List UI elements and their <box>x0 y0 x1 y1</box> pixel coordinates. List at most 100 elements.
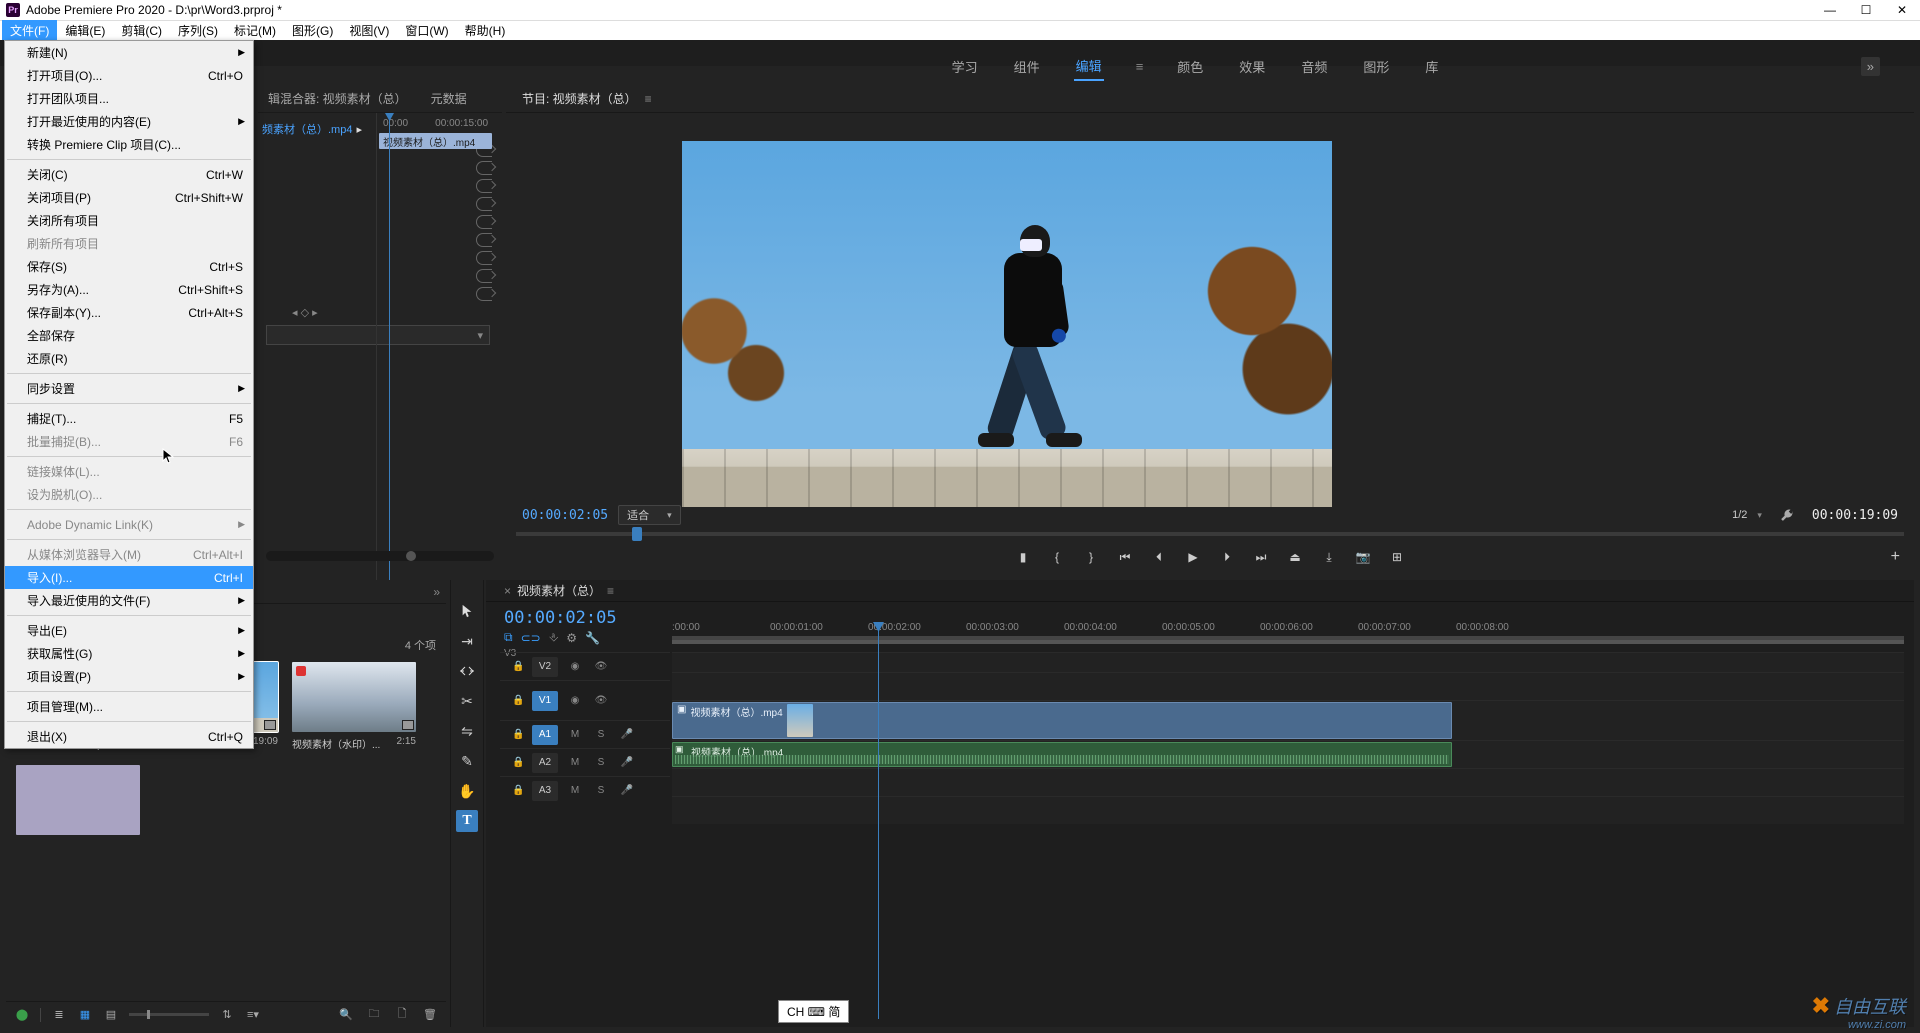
timeline-timecode[interactable]: 00:00:02:05 <box>504 608 617 628</box>
transport-▶[interactable]: ▶ <box>1183 547 1203 567</box>
file-menu-item[interactable]: 导入最近使用的文件(F)▶ <box>5 589 253 612</box>
lane-v2[interactable] <box>672 672 1904 700</box>
lock-icon[interactable]: 🔒 <box>512 785 524 796</box>
program-fit-dropdown[interactable]: 适合▾ <box>618 505 681 525</box>
marker-add-icon[interactable]: ⎀ <box>549 630 559 645</box>
lock-icon[interactable]: 🔒 <box>512 729 524 740</box>
workspace-menu-icon[interactable]: ≡ <box>1136 59 1144 74</box>
menu-item-4[interactable]: 标记(M) <box>226 20 284 41</box>
file-menu-item[interactable]: 另存为(A)...Ctrl+Shift+S <box>5 278 253 301</box>
track-header-A3[interactable]: 🔒A3MS🎤 <box>500 776 670 804</box>
close-button[interactable]: ✕ <box>1884 0 1920 20</box>
footer-zoom-slider[interactable] <box>129 1013 209 1016</box>
workspace-tab-图形[interactable]: 图形 <box>1361 53 1391 80</box>
program-mini-timeline[interactable] <box>516 527 1904 541</box>
mute-icon[interactable]: M <box>566 784 584 798</box>
transport-▸▸|[interactable]: ⏭ <box>1251 547 1271 567</box>
footer-autosize-icon[interactable]: ≡▾ <box>245 1008 261 1022</box>
file-menu-item[interactable]: 打开团队项目... <box>5 87 253 110</box>
solo-icon[interactable]: S <box>592 784 610 798</box>
solo-icon[interactable]: S <box>592 756 610 770</box>
transport-add-button[interactable]: + <box>1891 548 1900 566</box>
track-target[interactable]: A3 <box>532 781 558 801</box>
play-caret-icon[interactable]: ▸ <box>356 123 362 136</box>
file-menu-item[interactable]: 关闭(C)Ctrl+W <box>5 163 253 186</box>
tab-metadata[interactable]: 元数据 <box>425 90 473 107</box>
workspace-overflow-icon[interactable]: » <box>1861 57 1880 76</box>
tool-razor[interactable]: ✂ <box>456 690 478 712</box>
menu-item-2[interactable]: 剪辑(C) <box>113 20 170 41</box>
file-menu-item[interactable]: 打开最近使用的内容(E)▶ <box>5 110 253 133</box>
footer-trash-icon[interactable]: 🗑 <box>422 1008 438 1022</box>
lane-a1[interactable]: ▣ 视频素材（总）.mp4 <box>672 740 1904 768</box>
menu-item-7[interactable]: 窗口(W) <box>397 20 456 41</box>
project-item[interactable]: 视频素材（水印）...2:15 <box>292 662 416 751</box>
lane-a3[interactable] <box>672 796 1904 824</box>
ime-indicator[interactable]: CH ⌨ 简 <box>778 1000 849 1023</box>
track-target[interactable]: V1 <box>532 691 558 711</box>
tabs-overflow-icon[interactable]: » <box>433 585 440 599</box>
lane-a2[interactable] <box>672 768 1904 796</box>
footer-record-icon[interactable]: ⬤ <box>14 1008 30 1022</box>
toggle-eye-icon[interactable]: 👁 <box>592 694 610 708</box>
linked-selection-icon[interactable]: ⊂⊃ <box>521 631 541 645</box>
minimize-button[interactable]: — <box>1812 0 1848 20</box>
mute-icon[interactable]: M <box>566 728 584 742</box>
timeline-tracks[interactable]: ▣ 视频素材（总）.mp4 ▣ 视频素材（总）.mp4 <box>672 652 1904 1017</box>
snap-icon[interactable]: ⧉ <box>504 630 513 645</box>
project-thumb[interactable] <box>16 765 140 835</box>
settings-wrench-icon[interactable] <box>1780 508 1794 522</box>
track-target[interactable]: A1 <box>532 725 558 745</box>
tool-ripple[interactable] <box>456 660 478 682</box>
tool-hand[interactable]: ✋ <box>456 780 478 802</box>
track-header-V2[interactable]: 🔒V2◉👁 <box>500 652 670 680</box>
transport-|▸[interactable]: ⏵ <box>1217 547 1237 567</box>
ec-playhead[interactable] <box>389 113 390 583</box>
file-menu-item[interactable]: 项目设置(P)▶ <box>5 665 253 688</box>
tool-type[interactable]: T <box>456 810 478 832</box>
timeline-wrench-icon[interactable]: 🔧 <box>585 631 600 645</box>
transport-}[interactable]: } <box>1081 547 1101 567</box>
file-menu-item[interactable]: 项目管理(M)... <box>5 695 253 718</box>
tool-pen[interactable]: ✎ <box>456 750 478 772</box>
file-menu-item[interactable]: 关闭项目(P)Ctrl+Shift+W <box>5 186 253 209</box>
program-tab-menu-icon[interactable]: ≡ <box>645 92 652 106</box>
master-clip-name[interactable]: 频素材（总）.mp4 <box>262 121 352 137</box>
audio-clip[interactable]: ▣ 视频素材（总）.mp4 <box>672 742 1452 767</box>
timeline-tabs[interactable]: × 视频素材（总） ≡ <box>486 580 1914 602</box>
transport-camera[interactable]: 📷 <box>1353 547 1373 567</box>
voice-icon[interactable]: 🎤 <box>618 728 636 742</box>
toggle-eye-icon[interactable]: 👁 <box>592 660 610 674</box>
menu-item-8[interactable]: 帮助(H) <box>457 20 514 41</box>
menu-item-5[interactable]: 图形(G) <box>284 20 341 41</box>
project-item[interactable] <box>16 765 140 835</box>
file-menu-item[interactable]: 转换 Premiere Clip 项目(C)... <box>5 133 253 156</box>
file-menu-item[interactable]: 保存(S)Ctrl+S <box>5 255 253 278</box>
toggle-output-icon[interactable]: ◉ <box>566 660 584 674</box>
lock-icon[interactable]: 🔒 <box>512 695 524 706</box>
transport-mark-in[interactable]: ▮ <box>1013 547 1033 567</box>
menu-item-1[interactable]: 编辑(E) <box>57 20 113 41</box>
program-timecode[interactable]: 00:00:02:05 <box>522 508 608 523</box>
timeline-work-area-bar[interactable] <box>672 640 1904 644</box>
lane-v1[interactable]: ▣ 视频素材（总）.mp4 <box>672 700 1904 740</box>
file-menu-item[interactable]: 捕捉(T)...F5 <box>5 407 253 430</box>
file-menu-item[interactable]: 导入(I)...Ctrl+I <box>5 566 253 589</box>
file-menu-item[interactable]: 获取属性(G)▶ <box>5 642 253 665</box>
mute-icon[interactable]: M <box>566 756 584 770</box>
tab-audio-mixer[interactable]: 辑混合器: 视频素材（总） <box>262 90 413 107</box>
workspace-tab-学习[interactable]: 学习 <box>950 53 980 80</box>
timeline-ruler[interactable]: :00:0000:00:01:0000:00:02:0000:00:03:000… <box>672 622 1904 640</box>
lock-icon[interactable]: 🔒 <box>512 757 524 768</box>
file-menu-item[interactable]: 退出(X)Ctrl+Q <box>5 725 253 748</box>
footer-search-icon[interactable]: 🔍 <box>338 1008 354 1022</box>
file-menu-item[interactable]: 还原(R) <box>5 347 253 370</box>
footer-newbin-icon[interactable]: 🗀 <box>366 1008 382 1022</box>
footer-newitem-icon[interactable]: 🗋 <box>394 1008 410 1022</box>
track-header-V1[interactable]: 🔒V1◉👁 <box>500 680 670 720</box>
workspace-tab-编辑[interactable]: 编辑 <box>1074 52 1104 81</box>
workspace-tab-组件[interactable]: 组件 <box>1012 53 1042 80</box>
video-clip[interactable]: ▣ 视频素材（总）.mp4 <box>672 702 1452 739</box>
transport-lift[interactable]: ⏏ <box>1285 547 1305 567</box>
timeline-playhead[interactable] <box>878 622 879 1019</box>
